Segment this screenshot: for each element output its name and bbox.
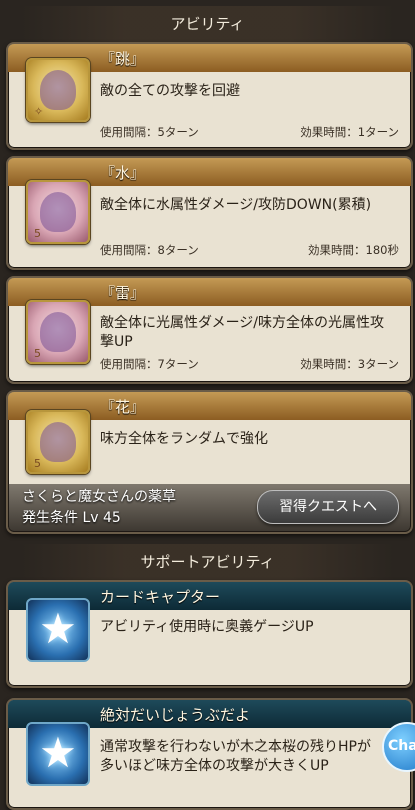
ability-duration: 効果時間：1ターン [300, 125, 399, 139]
ability-cooldown: 使用間隔：5ターン [100, 125, 199, 139]
ability-description: 敵の全ての攻撃を回避 [100, 83, 240, 99]
ability-name: 『花』 [100, 398, 146, 416]
ability-card-water[interactable]: 5 『水』 敵全体に水属性ダメージ/攻防DOWN(累積) 使用間隔：8ターン 効… [6, 156, 413, 270]
jump-ability-icon: ✧ [26, 58, 90, 122]
ability-description: 敵全体に水属性ダメージ/攻防DOWN(累積) [100, 197, 372, 213]
support-section-title: サポートアビリティ [0, 544, 415, 580]
star-icon: ★ [26, 598, 90, 662]
ability-name: 『水』 [100, 164, 146, 182]
water-ability-icon: 5 [26, 180, 90, 244]
ability-description: 敵全体に光属性ダメージ/味方全体の光属性攻撃UP [100, 315, 385, 350]
ability-duration: 効果時間：3ターン [300, 357, 399, 371]
flower-ability-icon: 5 [26, 410, 90, 474]
unlock-quest-name: さくらと魔女さんの薬草 [22, 489, 176, 505]
thunder-ability-icon: 5 [26, 300, 90, 364]
ability-card-thunder[interactable]: 5 『雷』 敵全体に光属性ダメージ/味方全体の光属性攻撃UP 使用間隔：7ターン… [6, 276, 413, 384]
ability-description: 味方全体をランダムで強化 [100, 431, 268, 447]
ability-name: 『跳』 [100, 50, 146, 68]
abilities-section-title: アビリティ [0, 6, 415, 42]
support-description: 通常攻撃を行わないが木之本桜の残りHPが多いほど味方全体の攻撃が大きくUP [100, 739, 371, 774]
support-description: アビリティ使用時に奥義ゲージUP [100, 619, 314, 635]
ability-cooldown: 使用間隔：8ターン [100, 243, 199, 257]
go-to-quest-button[interactable]: 習得クエストへ [257, 490, 399, 524]
star-icon: ★ [26, 722, 90, 786]
ability-name: 『雷』 [100, 284, 146, 302]
support-name: カードキャプター [100, 588, 221, 606]
ability-card-flower[interactable]: 5 『花』 味方全体をランダムで強化 さくらと魔女さんの薬草 発生条件 Lv 4… [6, 390, 413, 534]
support-card-card-captor[interactable]: ★ カードキャプター アビリティ使用時に奥義ゲージUP [6, 580, 413, 688]
ability-card-jump[interactable]: ✧ 『跳』 敵の全ての攻撃を回避 使用間隔：5ターン 効果時間：1ターン [6, 42, 413, 150]
ability-duration: 効果時間：180秒 [308, 243, 399, 257]
support-card-zettai[interactable]: ★ 絶対だいじょうぶだよ 通常攻撃を行わないが木之本桜の残りHPが多いほど味方全… [6, 698, 413, 810]
ability-cooldown: 使用間隔：7ターン [100, 357, 199, 371]
unlock-condition: 発生条件 Lv 45 [22, 510, 121, 526]
support-name: 絶対だいじょうぶだよ [100, 706, 251, 724]
